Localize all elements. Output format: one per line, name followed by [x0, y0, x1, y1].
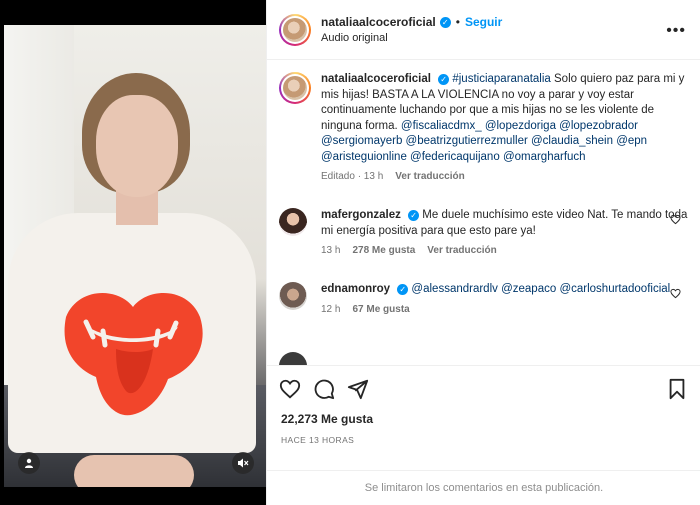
- video-frame[interactable]: [4, 25, 266, 487]
- caption-mention-link[interactable]: @lopezdoriga: [485, 120, 556, 132]
- mention-link[interactable]: @carloshurtadooficial: [559, 283, 670, 295]
- tagged-users-button[interactable]: [18, 452, 40, 474]
- comment-username[interactable]: mafergonzalez: [321, 209, 401, 221]
- caption: nataliaalcoceroficial ✓ #justiciaparanat…: [279, 72, 689, 182]
- post-side-panel: nataliaalcoceroficial ✓ • Seguir Audio o…: [266, 0, 700, 505]
- share-send-icon[interactable]: [347, 378, 369, 400]
- verified-badge-icon: ✓: [397, 284, 409, 296]
- comment-time: 13 h: [321, 245, 341, 256]
- caption-text: nataliaalcoceroficial ✓ #justiciaparanat…: [321, 72, 689, 165]
- comment-likes[interactable]: 278 Me gusta: [352, 245, 415, 256]
- verified-badge-icon: ✓: [408, 210, 420, 222]
- author-avatar[interactable]: [279, 13, 311, 46]
- comment-item: ednamonroy ✓ @alessandrardlv @zeapaco @c…: [279, 282, 689, 315]
- comments-limited-notice: Se limitaron los comentarios en esta pub…: [267, 470, 700, 505]
- comment-likes[interactable]: 67 Me gusta: [352, 304, 409, 315]
- caption-mention-link[interactable]: #justiciaparanatalia: [452, 73, 550, 85]
- likes-count[interactable]: 22,273 Me gusta: [281, 412, 373, 426]
- action-icons: [279, 378, 369, 400]
- post-header: nataliaalcoceroficial ✓ • Seguir Audio o…: [267, 0, 700, 60]
- caption-username[interactable]: nataliaalcoceroficial: [321, 73, 431, 85]
- follow-button[interactable]: Seguir: [465, 15, 502, 29]
- comments-section[interactable]: nataliaalcoceroficial ✓ #justiciaparanat…: [267, 60, 700, 365]
- save-bookmark-icon[interactable]: [667, 378, 687, 400]
- comment-meta: 13 h 278 Me gusta Ver traducción: [321, 245, 689, 256]
- caption-mention-link[interactable]: @sergiomayerb: [321, 135, 402, 147]
- comment-text: ednamonroy ✓ @alessandrardlv @zeapaco @c…: [321, 282, 689, 298]
- mention-link[interactable]: @zeapaco: [501, 283, 556, 295]
- verified-badge-icon: ✓: [438, 74, 450, 86]
- caption-mention-link[interactable]: @fiscaliacdmx_: [401, 120, 482, 132]
- caption-translate-link[interactable]: Ver traducción: [395, 171, 464, 182]
- caption-mention-link[interactable]: @lopezobrador: [559, 120, 638, 132]
- caption-body: #justiciaparanatalia Solo quiero paz par…: [321, 73, 684, 163]
- post-actions: 22,273 Me gusta HACE 13 HORAS: [267, 365, 700, 470]
- caption-mention-link[interactable]: @omargharfuch: [503, 151, 586, 163]
- caption-mention-link[interactable]: @federicaquijano: [410, 151, 500, 163]
- caption-mention-link[interactable]: @aristeguionline: [321, 151, 407, 163]
- comment-translate-link[interactable]: Ver traducción: [427, 245, 496, 256]
- mute-button[interactable]: [232, 452, 254, 474]
- like-comment-heart-icon[interactable]: [670, 288, 681, 299]
- caption-mention-link[interactable]: @beatrizgutierrezmuller: [406, 135, 528, 147]
- comment-username[interactable]: ednamonroy: [321, 283, 390, 295]
- like-heart-icon[interactable]: [279, 378, 301, 400]
- edited-time: Editado · 13 h: [321, 171, 384, 182]
- tongue-logo-graphic: [64, 293, 203, 416]
- commenter-avatar[interactable]: [279, 208, 307, 236]
- more-options-icon[interactable]: •••: [666, 22, 686, 40]
- comment-item: mafergonzalez ✓ Me duele muchísimo este …: [279, 208, 689, 256]
- audio-label[interactable]: Audio original: [321, 32, 502, 44]
- caption-meta: Editado · 13 h Ver traducción: [321, 171, 689, 182]
- comment-text: mafergonzalez ✓ Me duele muchísimo este …: [321, 208, 689, 239]
- mention-link[interactable]: @alessandrardlv: [411, 283, 497, 295]
- caption-avatar[interactable]: [279, 72, 311, 104]
- comment-meta: 12 h 67 Me gusta: [321, 304, 689, 315]
- speaker-muted-icon: [238, 458, 249, 468]
- post-timestamp: HACE 13 HORAS: [281, 435, 355, 445]
- post-media[interactable]: [4, 0, 266, 505]
- separator-dot: •: [455, 15, 460, 29]
- user-icon: [25, 458, 33, 468]
- verified-badge-icon: ✓: [439, 16, 451, 28]
- caption-mention-link[interactable]: @claudia_shein: [531, 135, 613, 147]
- commenter-avatar[interactable]: [279, 352, 307, 365]
- like-comment-heart-icon[interactable]: [670, 214, 681, 225]
- comment-bubble-icon[interactable]: [313, 378, 335, 400]
- person-hands: [74, 455, 194, 487]
- person-face: [96, 95, 178, 197]
- author-username[interactable]: nataliaalcoceroficial: [321, 15, 436, 29]
- comment-time: 12 h: [321, 303, 341, 315]
- caption-mention-link[interactable]: @epn: [616, 135, 647, 147]
- commenter-avatar[interactable]: [279, 282, 307, 310]
